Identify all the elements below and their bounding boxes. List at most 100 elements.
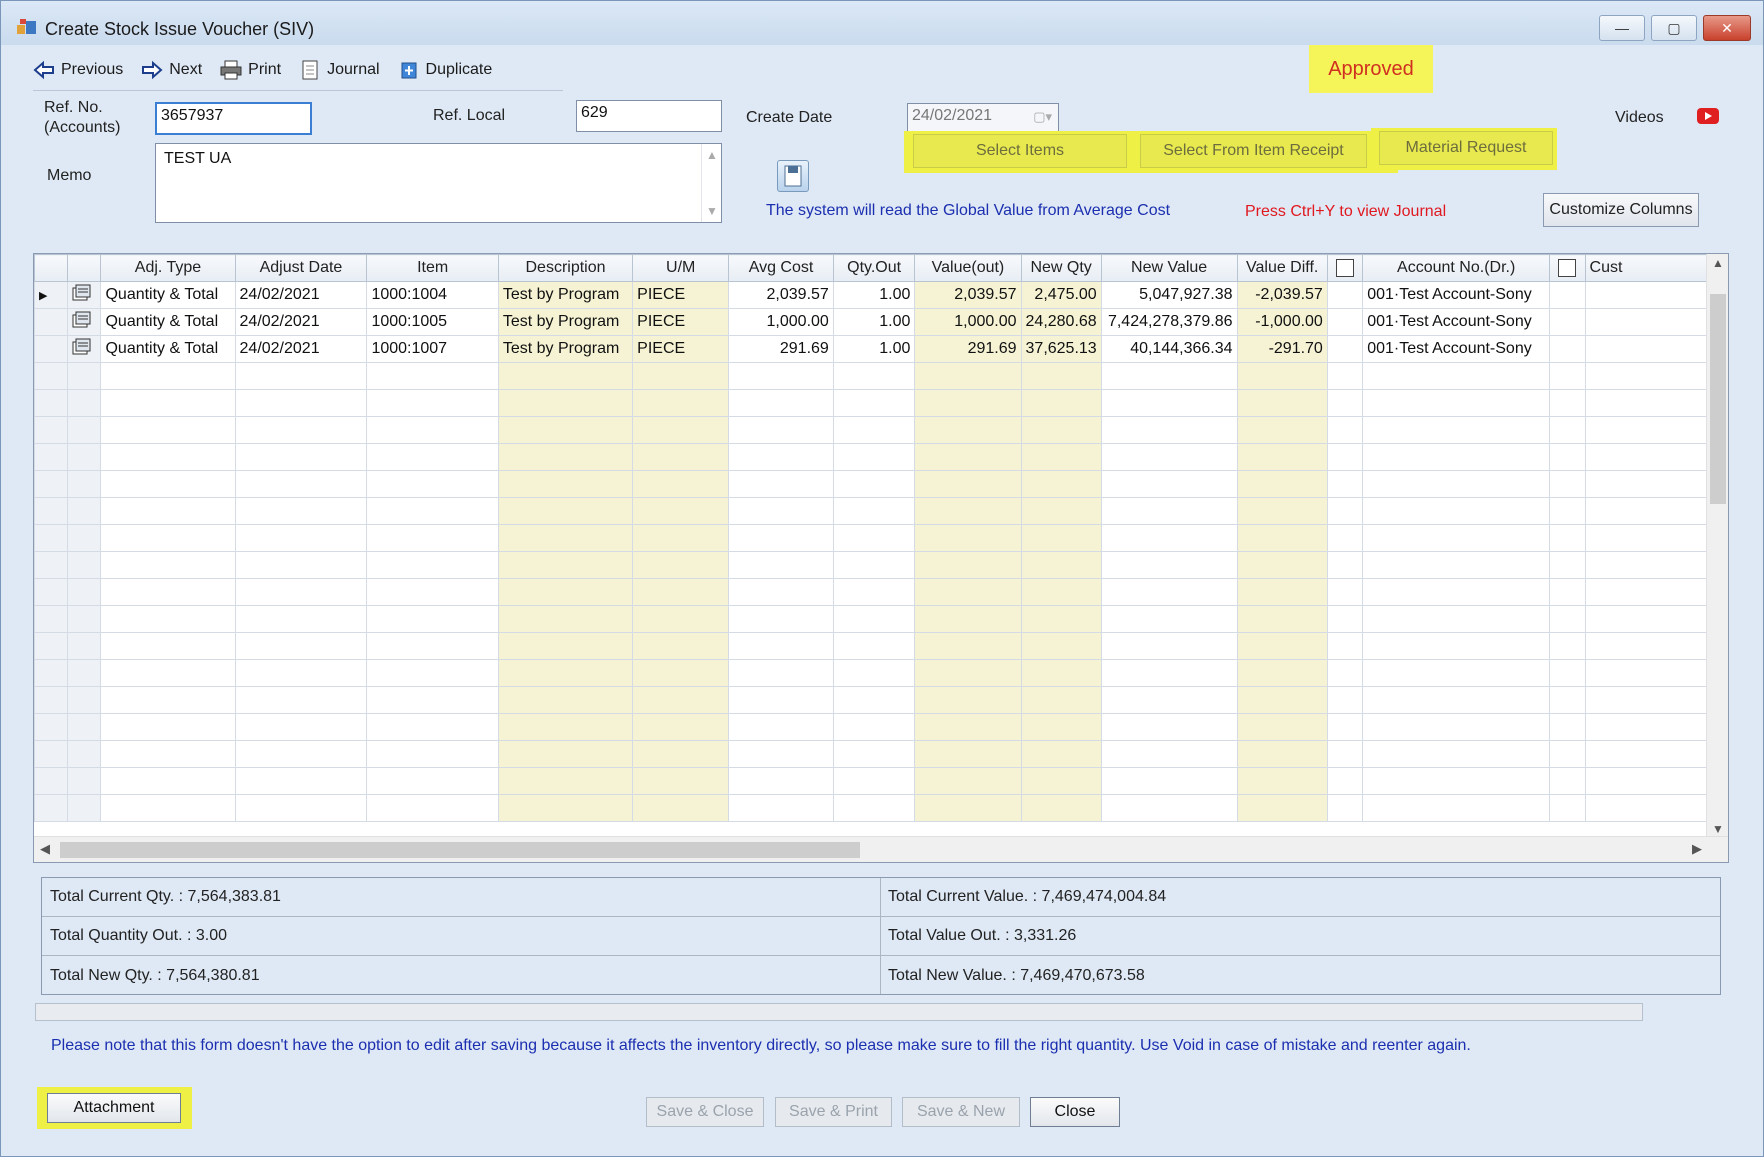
grid-cell[interactable] (1326, 335, 1364, 363)
grid-cell[interactable] (832, 713, 916, 741)
grid-cell[interactable]: 24,280.68 (1020, 308, 1102, 336)
grid-cell[interactable] (1326, 794, 1364, 822)
grid-cell[interactable] (1100, 497, 1238, 525)
grid-cell[interactable] (1549, 632, 1586, 660)
grid-cell[interactable] (914, 416, 1022, 444)
grid-cell[interactable] (832, 497, 916, 525)
grid-cell[interactable] (497, 497, 634, 525)
row-header[interactable] (34, 470, 68, 498)
grid-cell[interactable] (632, 767, 730, 795)
table-row[interactable] (34, 713, 1728, 741)
grid-cell[interactable] (1326, 578, 1364, 606)
grid-cell[interactable] (234, 578, 368, 606)
row-header[interactable] (34, 632, 68, 660)
grid-cell[interactable] (366, 443, 499, 471)
grid-cell[interactable] (632, 578, 730, 606)
table-row[interactable] (34, 524, 1728, 552)
floppy-disk-icon[interactable] (777, 160, 809, 192)
grid-cell[interactable]: 1.00 (832, 335, 916, 363)
grid-cell[interactable] (728, 767, 834, 795)
grid-cell[interactable] (832, 578, 916, 606)
previous-button[interactable]: Previous (33, 55, 123, 85)
row-header[interactable] (34, 389, 68, 417)
grid-cell[interactable] (366, 362, 499, 390)
horizontal-scroll-thumb[interactable] (60, 842, 860, 858)
grid-cell[interactable]: -1,000.00 (1236, 308, 1328, 336)
save-close-button[interactable]: Save & Close (646, 1097, 764, 1127)
row-header[interactable] (34, 497, 68, 525)
grid-cell[interactable]: 24/02/2021 (234, 281, 368, 309)
material-request-button[interactable]: Material Request (1379, 131, 1553, 165)
grid-cell[interactable]: 2,039.57 (914, 281, 1022, 309)
minimize-button[interactable]: — (1599, 15, 1645, 41)
journal-button[interactable]: Journal (299, 55, 380, 85)
grid-cell[interactable] (632, 416, 730, 444)
row-header[interactable] (34, 362, 68, 390)
grid-cell[interactable] (234, 362, 368, 390)
grid-cell[interactable] (366, 794, 499, 822)
grid-cell[interactable] (100, 443, 236, 471)
row-header[interactable] (34, 686, 68, 714)
select-all-checkbox-1[interactable] (1336, 258, 1354, 277)
grid-cell[interactable] (1100, 524, 1238, 552)
row-detail-cell[interactable] (66, 443, 102, 471)
grid-vertical-scrollbar[interactable]: ▲ ▼ (1706, 254, 1728, 838)
row-detail-cell[interactable] (66, 551, 102, 579)
memo-textarea[interactable]: TEST UA ▲ ▼ (155, 143, 722, 223)
grid-cell[interactable] (728, 659, 834, 687)
grid-cell[interactable] (366, 524, 499, 552)
header-checkbox-1[interactable] (1326, 254, 1364, 282)
grid-cell[interactable] (728, 443, 834, 471)
grid-cell[interactable]: 40,144,366.34 (1100, 335, 1238, 363)
grid-cell[interactable] (1326, 551, 1364, 579)
youtube-video-icon[interactable] (1697, 108, 1719, 124)
grid-cell[interactable] (100, 362, 236, 390)
grid-cell[interactable] (1326, 767, 1364, 795)
grid-cell[interactable] (234, 659, 368, 687)
header-value-out[interactable]: Value(out) (914, 254, 1022, 282)
grid-cell[interactable] (914, 497, 1022, 525)
grid-cell[interactable] (914, 632, 1022, 660)
table-row[interactable] (34, 605, 1728, 633)
row-header[interactable] (34, 335, 68, 363)
grid-cell[interactable] (497, 659, 634, 687)
table-row[interactable]: Quantity & Total 24/02/2021 1000:1007 Test … (34, 335, 1728, 363)
grid-cell[interactable] (832, 443, 916, 471)
grid-cell[interactable] (1236, 497, 1328, 525)
grid-cell[interactable] (366, 578, 499, 606)
grid-cell[interactable] (1100, 713, 1238, 741)
header-um[interactable]: U/M (632, 254, 730, 282)
row-detail-cell[interactable] (66, 713, 102, 741)
grid-cell[interactable] (497, 713, 634, 741)
grid-cell[interactable] (1236, 605, 1328, 633)
grid-cell[interactable] (1020, 740, 1102, 768)
grid-cell[interactable] (497, 443, 634, 471)
grid-cell[interactable]: 24/02/2021 (234, 308, 368, 336)
row-header[interactable] (34, 524, 68, 552)
close-button[interactable]: Close (1030, 1097, 1120, 1127)
grid-cell[interactable] (1362, 686, 1551, 714)
grid-cell[interactable] (1100, 578, 1238, 606)
grid-cell[interactable] (1020, 497, 1102, 525)
grid-cell[interactable] (632, 389, 730, 417)
grid-cell[interactable] (1236, 524, 1328, 552)
grid-cell[interactable] (234, 551, 368, 579)
grid-cell[interactable] (632, 794, 730, 822)
grid-cell[interactable] (100, 740, 236, 768)
grid-cell[interactable] (632, 632, 730, 660)
header-value-diff[interactable]: Value Diff. (1236, 254, 1328, 282)
row-header[interactable] (34, 767, 68, 795)
grid-cell[interactable] (100, 389, 236, 417)
row-header[interactable] (34, 578, 68, 606)
grid-cell[interactable] (1362, 389, 1551, 417)
grid-cell[interactable] (366, 659, 499, 687)
grid-cell[interactable]: 1,000.00 (728, 308, 834, 336)
grid-cell[interactable]: 24/02/2021 (234, 335, 368, 363)
grid-cell[interactable] (832, 551, 916, 579)
grid-cell[interactable] (366, 416, 499, 444)
row-detail-cell[interactable] (66, 605, 102, 633)
row-detail-cell[interactable] (66, 767, 102, 795)
duplicate-button[interactable]: Duplicate (398, 55, 492, 85)
grid-cell[interactable] (832, 740, 916, 768)
grid-cell[interactable]: -291.70 (1236, 335, 1328, 363)
